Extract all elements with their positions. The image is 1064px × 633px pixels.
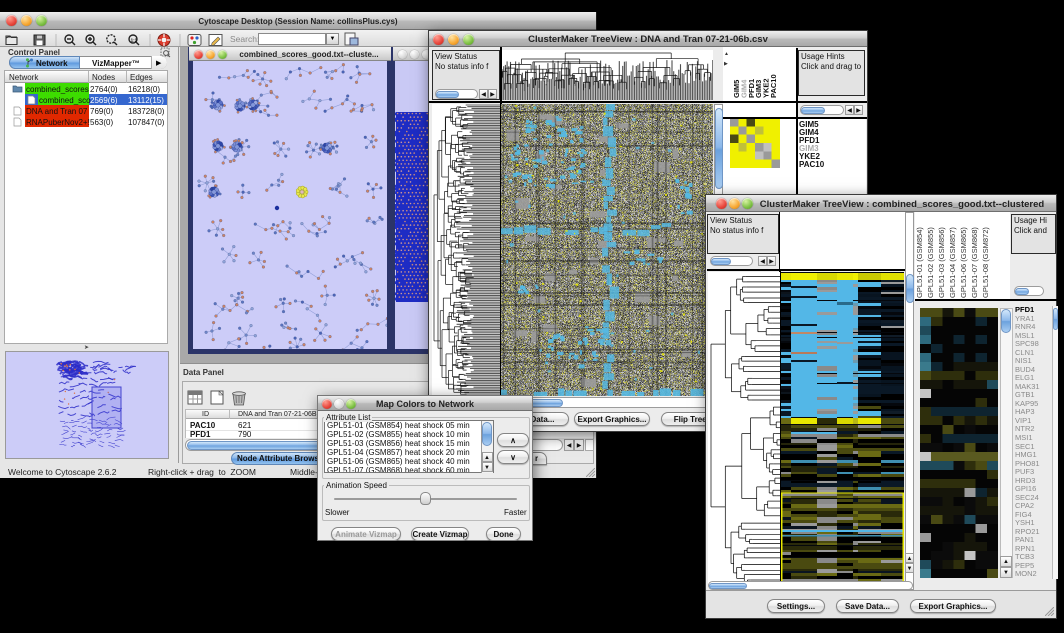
svg-text:GPL51-06 (GSM865): GPL51-06 (GSM865) <box>959 227 968 298</box>
svg-text:PAC10: PAC10 <box>769 74 778 98</box>
svg-text:GPL51-03 (GSM856): GPL51-03 (GSM856) <box>937 227 946 298</box>
svg-text:GPL51-07 (GSM868): GPL51-07 (GSM868) <box>970 227 979 298</box>
svg-text:1:1: 1:1 <box>131 37 138 42</box>
svg-text:GPL51-04 (GSM857): GPL51-04 (GSM857) <box>948 227 957 298</box>
svg-text:GPL51-08 (GSM872): GPL51-08 (GSM872) <box>981 227 990 298</box>
svg-text:GPL51-01 (GSM854): GPL51-01 (GSM854) <box>915 227 924 298</box>
svg-text:GPL51-02 (GSM855): GPL51-02 (GSM855) <box>926 227 935 298</box>
